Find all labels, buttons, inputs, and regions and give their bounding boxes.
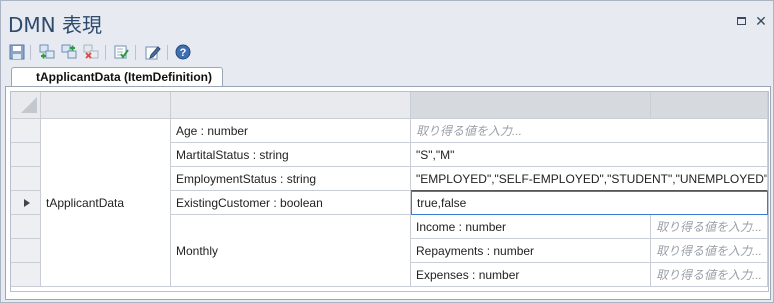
row-header[interactable] bbox=[11, 239, 41, 263]
maximize-icon[interactable] bbox=[734, 14, 748, 28]
tab-strip: tApplicantData (ItemDefinition) bbox=[1, 65, 773, 88]
component-name-cell[interactable]: EmploymentStatus : string bbox=[171, 167, 411, 191]
dmn-window: DMN 表現 ✕ ? tApplicantData (ItemDefinitio… bbox=[0, 0, 774, 303]
help-icon[interactable]: ? bbox=[173, 42, 193, 62]
child-name-cell[interactable]: Expenses : number bbox=[411, 263, 651, 287]
child-values-cell[interactable]: 取り得る値を入力... bbox=[651, 215, 768, 239]
child-name-cell[interactable]: Repayments : number bbox=[411, 239, 651, 263]
validate-icon[interactable] bbox=[111, 42, 131, 62]
allowed-values: "S","M" bbox=[416, 147, 455, 162]
edit-icon[interactable] bbox=[143, 42, 163, 62]
delete-icon[interactable] bbox=[81, 42, 101, 62]
tab-item-definition[interactable]: tApplicantData (ItemDefinition) bbox=[11, 67, 223, 88]
root-type-cell[interactable]: tApplicantData bbox=[41, 119, 171, 287]
allowed-values: "EMPLOYED","SELF-EMPLOYED","STUDENT","UN… bbox=[416, 171, 768, 186]
window-title: DMN 表現 bbox=[8, 13, 102, 37]
group-name-cell[interactable]: Monthly bbox=[171, 215, 411, 287]
group-name: Monthly bbox=[176, 243, 219, 258]
add-sibling-icon[interactable] bbox=[59, 42, 79, 62]
svg-text:?: ? bbox=[180, 47, 187, 59]
component-name: ExistingCustomer : boolean bbox=[176, 195, 323, 210]
toolbar: ? bbox=[5, 41, 771, 63]
component-name: Age : number bbox=[176, 123, 249, 138]
allowed-values-placeholder: 取り得る値を入力... bbox=[416, 124, 523, 138]
component-name-cell[interactable]: ExistingCustomer : boolean bbox=[171, 191, 411, 215]
allowed-values-cell-active[interactable]: true,false bbox=[411, 191, 768, 215]
allowed-values-placeholder: 取り得る値を入力... bbox=[656, 268, 763, 282]
component-name-cell[interactable]: Age : number bbox=[171, 119, 411, 143]
close-icon[interactable]: ✕ bbox=[754, 14, 768, 28]
row-header[interactable] bbox=[11, 167, 41, 191]
component-name-cell[interactable]: MartitalStatus : string bbox=[171, 143, 411, 167]
row-header[interactable] bbox=[11, 263, 41, 287]
child-values-cell[interactable]: 取り得る値を入力... bbox=[651, 239, 768, 263]
child-values-cell[interactable]: 取り得る値を入力... bbox=[651, 263, 768, 287]
component-name: EmploymentStatus : string bbox=[176, 171, 317, 186]
allowed-values-placeholder: 取り得る値を入力... bbox=[656, 220, 763, 234]
select-all-corner[interactable] bbox=[11, 92, 41, 119]
title-bar: DMN 表現 ✕ bbox=[1, 1, 773, 39]
column-header[interactable] bbox=[171, 92, 411, 119]
child-name: Expenses : number bbox=[416, 267, 520, 282]
tab-label: tApplicantData (ItemDefinition) bbox=[36, 70, 212, 84]
allowed-values-cell[interactable]: "S","M" bbox=[411, 143, 768, 167]
allowed-values: true,false bbox=[417, 196, 467, 210]
root-type-name: tApplicantData bbox=[46, 195, 125, 210]
allowed-values-placeholder: 取り得る値を入力... bbox=[656, 244, 763, 258]
allowed-values-cell[interactable]: 取り得る値を入力... bbox=[411, 119, 768, 143]
allowed-values-cell[interactable]: "EMPLOYED","SELF-EMPLOYED","STUDENT","UN… bbox=[411, 167, 768, 191]
child-name: Income : number bbox=[416, 219, 507, 234]
row-header[interactable] bbox=[11, 215, 41, 239]
column-header[interactable] bbox=[411, 92, 651, 119]
child-name: Repayments : number bbox=[416, 243, 535, 258]
row-header-selected[interactable] bbox=[11, 191, 41, 215]
component-name: MartitalStatus : string bbox=[176, 147, 289, 162]
save-icon[interactable] bbox=[7, 42, 27, 62]
row-header[interactable] bbox=[11, 119, 41, 143]
content-panel: tApplicantData Age : number 取り得る値を入力... … bbox=[5, 86, 771, 300]
child-name-cell[interactable]: Income : number bbox=[411, 215, 651, 239]
add-child-icon[interactable] bbox=[37, 42, 57, 62]
column-header[interactable] bbox=[651, 92, 768, 119]
row-header[interactable] bbox=[11, 143, 41, 167]
data-grid: tApplicantData Age : number 取り得る値を入力... … bbox=[10, 91, 769, 292]
column-header[interactable] bbox=[41, 92, 171, 119]
